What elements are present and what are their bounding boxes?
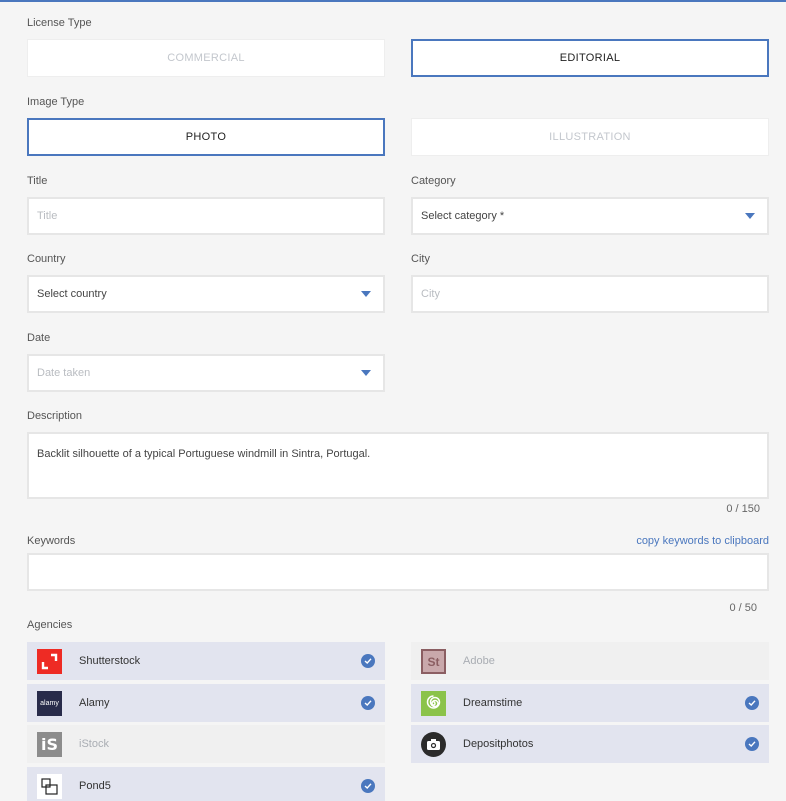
category-select-value: Select category *	[421, 210, 505, 222]
agency-istock[interactable]: iS iStock	[27, 725, 385, 763]
pond5-logo-icon	[37, 773, 62, 799]
image-type-photo-button[interactable]: PHOTO	[27, 118, 385, 156]
istock-logo-text: iS	[40, 734, 58, 754]
agency-dreamstime[interactable]: Dreamstime	[411, 684, 769, 722]
checkmark-icon	[745, 696, 759, 710]
category-select[interactable]: Select category *	[411, 197, 769, 235]
agency-name: Alamy	[79, 697, 110, 709]
country-label: Country	[27, 253, 66, 265]
agency-name: Pond5	[79, 780, 111, 792]
image-type-label: Image Type	[27, 96, 85, 108]
city-field[interactable]	[411, 275, 769, 313]
country-select-value: Select country	[37, 288, 107, 300]
checkmark-icon	[361, 779, 375, 793]
copy-keywords-link[interactable]: copy keywords to clipboard	[636, 535, 769, 547]
date-select[interactable]: Date taken	[27, 354, 385, 392]
depositphotos-logo-icon	[421, 731, 446, 757]
image-type-illustration-button[interactable]: ILLUSTRATION	[411, 118, 769, 156]
agency-name: Dreamstime	[463, 697, 523, 709]
category-label: Category	[411, 175, 456, 187]
agency-name: Shutterstock	[79, 655, 141, 667]
agency-name: Depositphotos	[463, 738, 534, 750]
alamy-logo-text: alamy	[40, 699, 59, 707]
description-text: Backlit silhouette of a typical Portugue…	[37, 448, 371, 460]
license-editorial-button[interactable]: EDITORIAL	[411, 39, 769, 77]
shutterstock-logo-icon	[37, 648, 62, 674]
chevron-down-icon	[361, 291, 371, 297]
license-type-label: License Type	[27, 17, 92, 29]
title-field[interactable]	[27, 197, 385, 235]
description-label: Description	[27, 410, 83, 422]
agencies-label: Agencies	[27, 619, 73, 631]
date-label: Date	[27, 332, 51, 344]
chevron-down-icon	[361, 370, 371, 376]
description-counter: 0 / 150	[726, 503, 760, 515]
checkmark-icon	[361, 696, 375, 710]
keywords-label: Keywords	[27, 535, 76, 547]
city-label: City	[411, 253, 430, 265]
alamy-logo-icon: alamy	[37, 690, 62, 716]
keywords-counter: 0 / 50	[729, 602, 757, 614]
license-commercial-button[interactable]: COMMERCIAL	[27, 39, 385, 77]
date-select-value: Date taken	[37, 367, 91, 379]
city-input[interactable]	[421, 288, 767, 300]
istock-logo-icon: iS	[37, 731, 62, 757]
agency-shutterstock[interactable]: Shutterstock	[27, 642, 385, 680]
title-label: Title	[27, 175, 48, 187]
agency-pond5[interactable]: Pond5	[27, 767, 385, 801]
dreamstime-logo-icon	[421, 690, 446, 716]
country-select[interactable]: Select country	[27, 275, 385, 313]
svg-text:St: St	[428, 655, 440, 669]
chevron-down-icon	[745, 213, 755, 219]
adobe-stock-logo-icon: St	[421, 648, 446, 674]
keywords-field[interactable]	[27, 553, 769, 591]
title-input[interactable]	[37, 210, 383, 222]
checkmark-icon	[361, 654, 375, 668]
description-textarea[interactable]: Backlit silhouette of a typical Portugue…	[27, 432, 769, 499]
top-accent-line	[0, 0, 786, 2]
agency-adobe[interactable]: St Adobe	[411, 642, 769, 680]
agency-depositphotos[interactable]: Depositphotos	[411, 725, 769, 763]
agency-alamy[interactable]: alamy Alamy	[27, 684, 385, 722]
checkmark-icon	[745, 737, 759, 751]
agency-name: Adobe	[463, 655, 495, 667]
keywords-input[interactable]	[37, 566, 767, 578]
agency-name: iStock	[79, 738, 109, 750]
